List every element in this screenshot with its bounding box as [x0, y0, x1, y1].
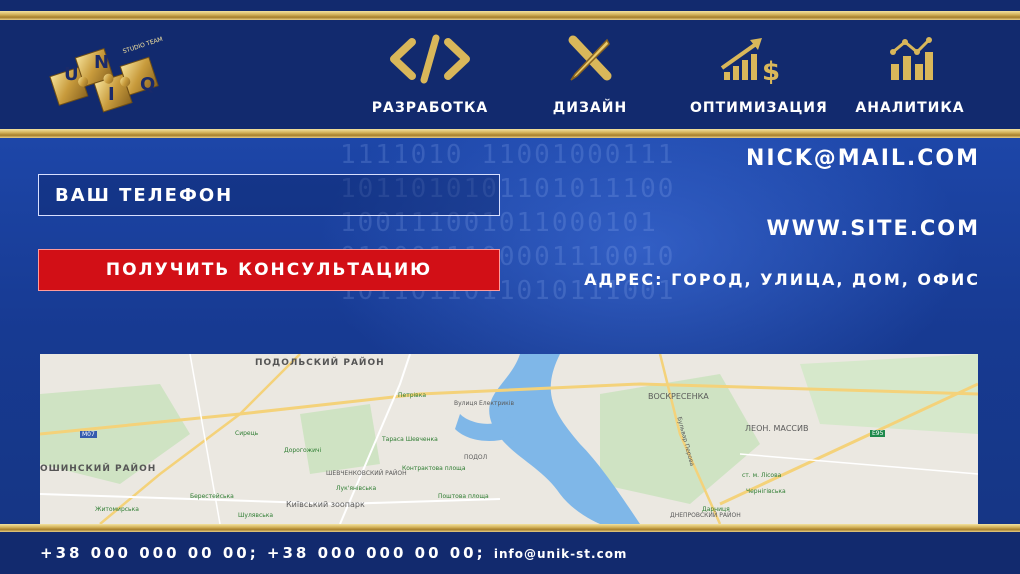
map-label-shevchenkovsky: ШЕВЧЕНКОВСКИЙ РАЙОН: [326, 470, 407, 477]
gold-divider-footer: [0, 524, 1020, 532]
map-label-oshinsky: ОШИНСКИЙ РАЙОН: [40, 464, 157, 474]
contact-address: АДРЕС: ГОРОД, УЛИЦА, ДОМ, ОФИС: [584, 270, 980, 289]
logo[interactable]: U N I Q STUDIO TEAM: [46, 36, 176, 124]
map-label-podol: ПОДОЛ: [464, 454, 488, 461]
analytics-chart-icon: [885, 34, 935, 88]
get-consultation-button[interactable]: ПОЛУЧИТЬ КОНСУЛЬТАЦИЮ: [38, 249, 500, 291]
gold-divider-header: [0, 129, 1020, 138]
map-label-petrivka: Петрівка: [398, 392, 427, 399]
nav-item-design[interactable]: ДИЗАЙН: [530, 28, 650, 128]
map-label-zhytomyrska: Житомирська: [95, 506, 139, 513]
header: U N I Q STUDIO TEAM РАЗРАБОТКА ДИЗАЙН $ …: [0, 0, 1020, 138]
nav-item-optimization[interactable]: $ ОПТИМИЗАЦИЯ: [690, 28, 828, 128]
map-label-dniprovsky: ДНЕПРОВСКИЙ РАЙОН: [670, 512, 741, 519]
map[interactable]: ПОДОЛЬСКИЙ РАЙОН ОШИНСКИЙ РАЙОН ВОСКРЕСЕ…: [40, 354, 978, 524]
map-label-tarasa-shevchenka: Тараса Шевченка: [382, 436, 438, 443]
growth-dollar-icon: $: [718, 34, 782, 88]
code-icon: [388, 34, 472, 88]
map-label-lukianivska: Лук'янівська: [336, 485, 377, 492]
map-label-kontraktova: Контрактова площа: [402, 465, 466, 472]
nav-item-analytics[interactable]: АНАЛИТИКА: [850, 28, 970, 128]
map-label-poshtova: Поштова площа: [438, 493, 489, 500]
map-label-lisova: ст. м. Лісова: [742, 472, 782, 479]
nav-label-analytics: АНАЛИТИКА: [855, 100, 965, 116]
binary-background: 1111010 11001000111 1011010101101011100 …: [340, 140, 676, 306]
map-label-shuliavska: Шулявська: [238, 512, 274, 519]
map-label-voskresenka: ВОСКРЕСЕНКА: [648, 392, 709, 401]
map-label-leon-massiv: ЛЕОН. МАССИВ: [745, 424, 809, 433]
map-label-zoo: Київський зоопарк: [286, 500, 365, 509]
logo-letter-i: I: [108, 84, 115, 105]
footer-phones[interactable]: +38 000 000 00 00; +38 000 000 00 00;: [40, 544, 486, 562]
contact-site[interactable]: WWW.SITE.COM: [766, 216, 980, 240]
phone-input[interactable]: [38, 174, 500, 216]
footer-contacts: +38 000 000 00 00; +38 000 000 00 00; in…: [40, 544, 627, 562]
logo-letter-q: Q: [140, 74, 156, 95]
gold-divider-top: [0, 11, 1020, 20]
contact-email[interactable]: NICK@MAIL.COM: [746, 146, 980, 171]
footer: +38 000 000 00 00; +38 000 000 00 00; in…: [0, 524, 1020, 574]
nav-item-development[interactable]: РАЗРАБОТКА: [370, 28, 490, 128]
logo-letter-n: N: [94, 52, 110, 73]
map-label-dorohozhychi: Дорогожичі: [284, 447, 322, 454]
map-label-vulytsia-elektrykiv: Вулиця Електриків: [454, 400, 514, 407]
pencil-ruler-icon: [565, 34, 615, 88]
nav-label-optimization: ОПТИМИЗАЦИЯ: [690, 100, 828, 116]
logo-letter-u: U: [64, 64, 79, 85]
nav-label-development: РАЗРАБОТКА: [371, 100, 489, 116]
map-label-syrets: Сирець: [235, 430, 259, 437]
hero-section: 1111010 11001000111 1011010101101011100 …: [0, 138, 1020, 524]
map-label-podolsky: ПОДОЛЬСКИЙ РАЙОН: [255, 358, 385, 368]
map-label-beresteiska: Берестейська: [190, 493, 234, 500]
map-graphic: [40, 354, 978, 524]
svg-text:$: $: [762, 57, 780, 84]
footer-email[interactable]: info@unik-st.com: [494, 547, 628, 561]
map-label-m07: M07: [80, 431, 97, 438]
map-label-e95: E95: [870, 430, 886, 437]
nav-label-design: ДИЗАЙН: [552, 100, 628, 116]
map-label-darnytsia: Дарниця: [702, 506, 730, 513]
map-label-chernihivska: Чернігівська: [746, 488, 786, 495]
